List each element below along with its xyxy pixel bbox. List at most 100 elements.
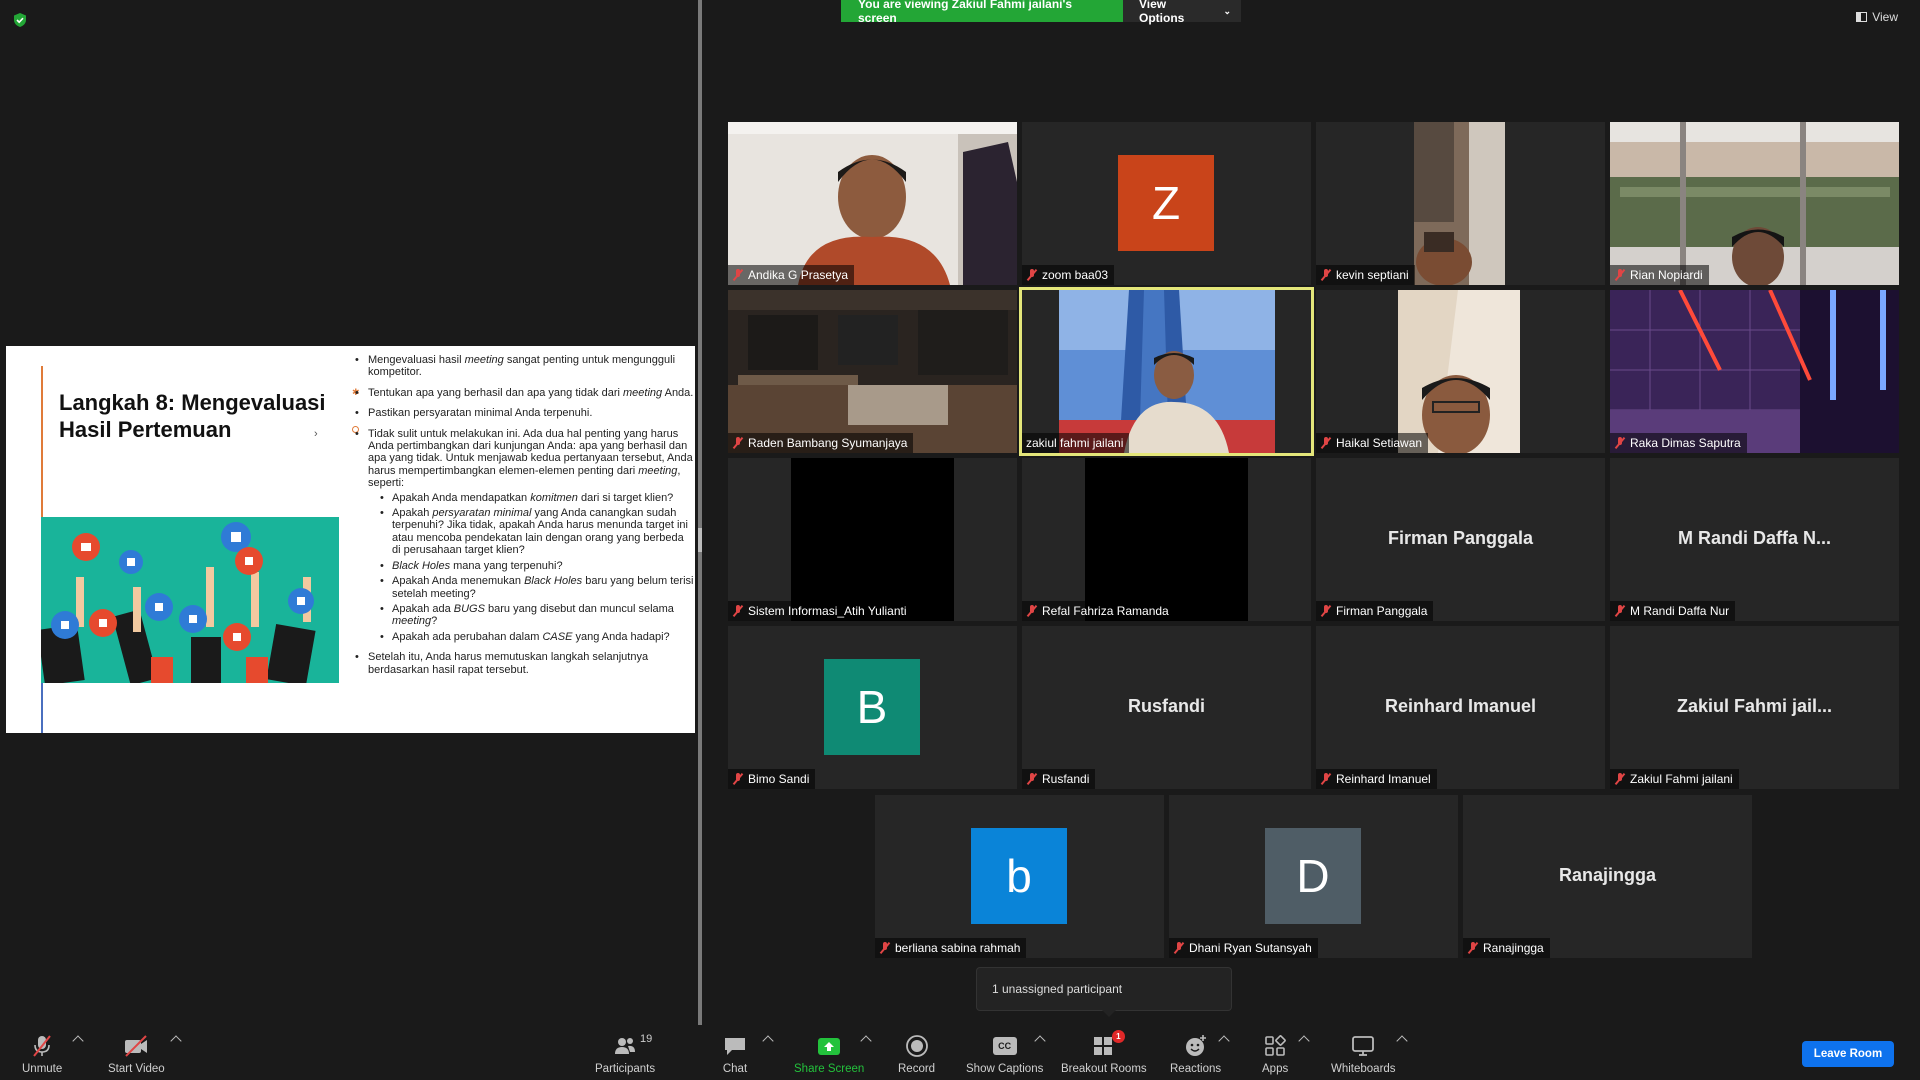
participant-video	[1610, 290, 1899, 453]
viewing-screen-message: You are viewing Zakiul Fahmi jailani's s…	[841, 0, 1123, 25]
video-tile[interactable]: Z zoom baa03	[1022, 122, 1311, 285]
mic-off-icon	[1320, 437, 1332, 449]
video-tile[interactable]: Refal Fahriza Ramanda	[1022, 458, 1311, 621]
video-tile[interactable]: kevin septiani	[1316, 122, 1605, 285]
slide-sub-bullet: Apakah Anda menemukan Black Holes baru y…	[380, 575, 694, 600]
participant-video	[728, 122, 1017, 285]
thumbs-up-down-illustration	[41, 517, 339, 683]
participants-count: 19	[640, 1033, 653, 1045]
mic-off-icon	[879, 942, 891, 954]
security-shield-icon[interactable]	[12, 12, 28, 28]
video-tile[interactable]: Reinhard Imanuel Reinhard Imanuel	[1316, 626, 1605, 789]
view-options-button[interactable]: View Options ⌄	[1123, 0, 1241, 25]
video-tile[interactable]: Ranajingga Ranajingga	[1463, 795, 1752, 958]
video-tile[interactable]: Raka Dimas Saputra	[1610, 290, 1899, 453]
participant-display-name: Zakiul Fahmi jail...	[1676, 696, 1833, 716]
video-tile[interactable]: B Bimo Sandi	[728, 626, 1017, 789]
show-captions-button[interactable]: CC Show Captions	[966, 1033, 1043, 1075]
participant-name-tag: Firman Panggala	[1316, 601, 1434, 621]
zoom-meeting-window: You are viewing Zakiul Fahmi jailani's s…	[0, 0, 1920, 1080]
participant-display-name: Ranajingga	[1558, 865, 1656, 885]
video-tile[interactable]: Raden Bambang Syumanjaya	[728, 290, 1017, 453]
video-options-caret[interactable]	[170, 1035, 182, 1047]
participant-name-tag: Dhani Ryan Sutansyah	[1169, 938, 1318, 958]
record-button[interactable]: Record	[898, 1033, 935, 1075]
video-tile-active-speaker[interactable]: zakiul fahmi jailani	[1019, 287, 1314, 456]
view-layout-icon	[1856, 12, 1868, 22]
slide-bullet: Tidak sulit untuk melakukan ini. Ada dua…	[354, 428, 694, 644]
breakout-rooms-button[interactable]: 1 Breakout Rooms	[1061, 1030, 1147, 1075]
chat-icon	[725, 1038, 745, 1055]
whiteboards-options-caret[interactable]	[1396, 1035, 1408, 1047]
share-screen-button[interactable]: Share Screen	[794, 1033, 864, 1075]
whiteboards-button[interactable]: Whiteboards	[1331, 1033, 1396, 1075]
video-tile[interactable]: Rusfandi Rusfandi	[1022, 626, 1311, 789]
share-screen-icon	[818, 1038, 841, 1055]
participant-name-tag: Reinhard Imanuel	[1316, 769, 1437, 789]
slide-sub-bullet: Apakah ada perubahan dalam CASE yang And…	[380, 631, 694, 644]
video-tile[interactable]: Firman Panggala Firman Panggala	[1316, 458, 1605, 621]
divider-grip-handle[interactable]	[698, 528, 702, 552]
chat-options-caret[interactable]	[762, 1035, 774, 1047]
audio-options-caret[interactable]	[72, 1035, 84, 1047]
video-tile[interactable]: Andika G Prasetya	[728, 122, 1017, 285]
participant-name-tag: Zakiul Fahmi jailani	[1610, 769, 1739, 789]
participant-video	[1414, 122, 1505, 285]
video-tile[interactable]: D Dhani Ryan Sutansyah	[1169, 795, 1458, 958]
participant-name-tag: zoom baa03	[1022, 265, 1115, 285]
view-options-label: View Options	[1139, 0, 1185, 25]
participant-name-tag: Refal Fahriza Ramanda	[1022, 601, 1175, 621]
mic-off-icon	[1320, 773, 1332, 785]
mic-off-icon	[732, 269, 744, 281]
participants-icon	[615, 1038, 636, 1054]
participant-name-tag: berliana sabina rahmah	[875, 938, 1027, 958]
mic-off-icon	[732, 605, 744, 617]
view-label: View	[1872, 10, 1898, 24]
participant-display-name: M Randi Daffa N...	[1677, 528, 1831, 548]
mic-off-icon	[732, 437, 744, 449]
slide-bullet: Tentukan apa yang berhasil dan apa yang …	[354, 387, 694, 400]
apps-button[interactable]: Apps	[1262, 1033, 1288, 1075]
captions-cc-icon: CC	[992, 1037, 1017, 1055]
mic-off-icon	[1173, 942, 1185, 954]
split-view-divider[interactable]	[698, 0, 702, 1025]
video-tile[interactable]: Zakiul Fahmi jail... Zakiul Fahmi jailan…	[1610, 626, 1899, 789]
chat-button[interactable]: Chat	[722, 1033, 748, 1075]
breakout-rooms-tooltip: 1 unassigned participant	[977, 968, 1231, 1017]
reactions-smiley-icon	[1185, 1035, 1206, 1056]
participant-name-tag: Bimo Sandi	[728, 769, 816, 789]
chevron-down-icon: ⌄	[1223, 5, 1231, 16]
record-icon	[905, 1035, 928, 1057]
apps-options-caret[interactable]	[1298, 1035, 1310, 1047]
video-tile[interactable]: Haikal Setiawan	[1316, 290, 1605, 453]
mic-off-icon	[732, 773, 744, 785]
shared-screen-slide: Langkah 8: Mengevaluasi Hasil Pertemuan …	[6, 346, 695, 733]
start-video-button[interactable]: Start Video	[108, 1033, 165, 1075]
participant-video	[1085, 458, 1248, 621]
reactions-button[interactable]: Reactions	[1170, 1033, 1221, 1075]
participant-video	[728, 290, 1017, 453]
view-button[interactable]: View	[1856, 10, 1898, 24]
video-tile[interactable]: Rian Nopiardi	[1610, 122, 1899, 285]
breakout-rooms-badge: 1	[1111, 1030, 1125, 1043]
participant-name-tag: zakiul fahmi jailani	[1022, 433, 1130, 453]
mic-off-icon	[1320, 605, 1332, 617]
participant-name-tag: Raka Dimas Saputra	[1610, 433, 1747, 453]
unmute-button[interactable]: Unmute	[22, 1033, 62, 1075]
video-off-icon	[125, 1035, 148, 1057]
mic-off-icon	[1320, 269, 1332, 281]
participant-avatar: Z	[1118, 155, 1214, 251]
leave-room-button[interactable]: Leave Room	[1802, 1041, 1894, 1067]
video-tile[interactable]: Sistem Informasi_Atih Yulianti	[728, 458, 1017, 621]
slide-title: Langkah 8: Mengevaluasi Hasil Pertemuan	[59, 390, 326, 442]
participants-button[interactable]: 19 Participants	[595, 1033, 655, 1075]
video-tile[interactable]: b berliana sabina rahmah	[875, 795, 1164, 958]
slide-bullet: Setelah itu, Anda harus memutuskan langk…	[354, 651, 694, 676]
slide-sub-bullet: Black Holes mana yang terpenuhi?	[380, 560, 694, 573]
apps-icon	[1265, 1035, 1286, 1056]
video-tile[interactable]: M Randi Daffa N... M Randi Daffa Nur	[1610, 458, 1899, 621]
participant-name-tag: Raden Bambang Syumanjaya	[728, 433, 914, 453]
meeting-toolbar: Unmute Start Video 19 Participants Chat …	[0, 1025, 1920, 1080]
slide-sub-bullet: Apakah persyaratan minimal yang Anda can…	[380, 507, 694, 557]
participant-video	[1398, 290, 1520, 453]
